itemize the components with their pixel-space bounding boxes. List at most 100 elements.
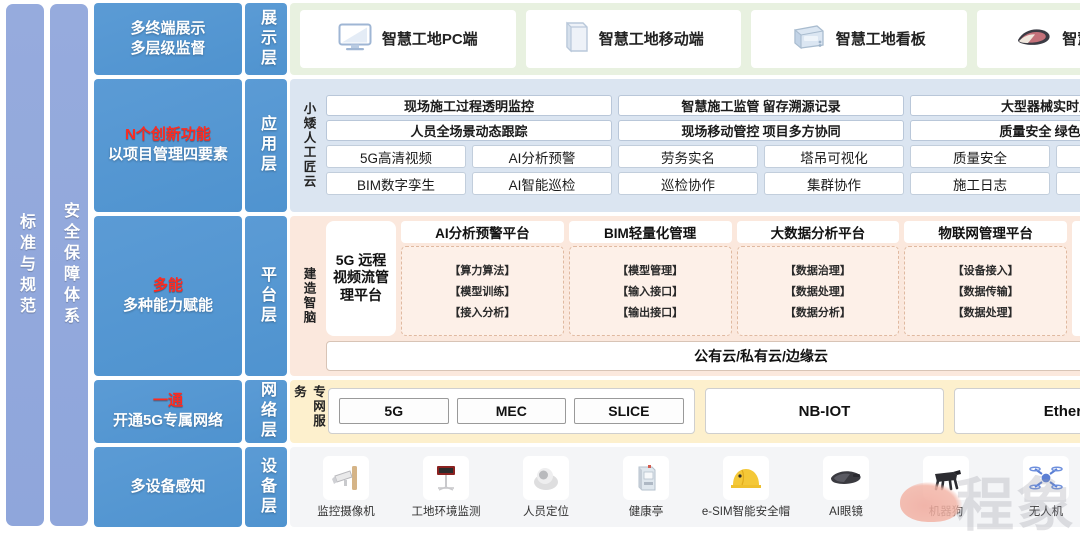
device-label: AI眼镜 (829, 503, 863, 519)
network-item-5g[interactable]: 5G (339, 398, 449, 424)
platform-item: 【接入分析】 (449, 304, 515, 320)
terminal-card-board[interactable]: 智慧工地看板 (751, 10, 967, 68)
application-item[interactable]: 现场移动管控 项目多方协同 (618, 120, 904, 141)
platform-item: 【数据传输】 (953, 283, 1019, 299)
application-feature[interactable]: 质量安全 (910, 145, 1050, 168)
device-label: 工地环境监测 (412, 503, 481, 519)
application-feature[interactable]: 环境监测 (1056, 145, 1080, 168)
application-slogan-highlight: N个创新功能 (125, 125, 211, 145)
application-item[interactable]: 智慧施工监管 留存溯源记录 (618, 95, 904, 116)
platform-column-bigdata: 大数据分析平台 【数据治理】 【数据处理】 【数据分析】 (737, 221, 900, 335)
device-list: 监控摄像机 工地环境监测 (296, 451, 1080, 523)
application-feature[interactable]: 施工日志 (910, 172, 1050, 195)
application-feature-row: BIM数字孪生 AI智能巡检 巡检协作 集群协作 施工日志 …… (326, 172, 1080, 195)
device-item-robot-dog[interactable]: 机器狗 (896, 456, 996, 519)
application-item[interactable]: 人员全场景动态跟踪 (326, 120, 612, 141)
platform-primary-card[interactable]: 5G 远程视频流管理平台 (326, 221, 396, 335)
network-item-nbiot[interactable]: NB-IOT (705, 388, 945, 434)
device-item-ai-glasses[interactable]: AI眼镜 (796, 456, 896, 519)
platform-item: 【算力算法】 (449, 262, 515, 278)
network-items: 5G MEC SLICE NB-IOT Ethernet (326, 385, 1080, 439)
ar-glasses-icon (1016, 25, 1052, 53)
application-item[interactable]: 质量安全 绿色施工 (910, 120, 1080, 141)
application-feature[interactable]: 5G高清视频 (326, 145, 466, 168)
device-item-environment[interactable]: 工地环境监测 (396, 456, 496, 519)
platform-item: 【输入接口】 (617, 283, 683, 299)
terminal-card-glasses[interactable]: 智慧工地眼镜 (977, 10, 1080, 68)
display-slogan: 多终端展示 多层级监督 (94, 3, 242, 75)
platform-panel: 建造智脑 5G 远程视频流管理平台 AI分析预警平台 【算力算法】 【模型训练】… (290, 216, 1080, 375)
application-feature-row: 5G高清视频 AI分析预警 劳务实名 塔吊可视化 质量安全 环境监测 (326, 145, 1080, 168)
platform-column-items: 【算力算法】 【模型训练】 【接入分析】 (401, 246, 564, 335)
application-top-row: 现场施工过程透明监控 人员全场景动态跟踪 智慧施工监管 留存溯源记录 现场移动管… (326, 95, 1080, 141)
application-feature[interactable]: 塔吊可视化 (764, 145, 904, 168)
platform-column-title[interactable]: AI分析预警平台 (401, 221, 564, 243)
network-item-ethernet[interactable]: Ethernet (954, 388, 1080, 434)
application-feature[interactable]: 集群协作 (764, 172, 904, 195)
application-slogan: N个创新功能 以项目管理四要素 (94, 79, 242, 212)
device-item-health-kiosk[interactable]: 健康亭 (596, 456, 696, 519)
platform-item: 【模型管理】 (617, 262, 683, 278)
application-items: 现场施工过程透明监控 人员全场景动态跟踪 智慧施工监管 留存溯源记录 现场移动管… (326, 84, 1080, 207)
network-item-slice[interactable]: SLICE (574, 398, 684, 424)
platform-slogan-line2: 多种能力赋能 (123, 296, 213, 316)
application-feature-grid: 5G高清视频 AI分析预警 劳务实名 塔吊可视化 质量安全 环境监测 BIM数字… (326, 145, 1080, 195)
application-group-label: 小矮人工匠云 (292, 84, 326, 207)
network-slogan-line2: 开通5G专属网络 (113, 411, 223, 431)
terminal-card-pc[interactable]: 智慧工地PC端 (300, 10, 516, 68)
application-top-col: 大型器械实时监控 质量安全 绿色施工 (910, 95, 1080, 141)
application-item[interactable]: 现场施工过程透明监控 (326, 95, 612, 116)
layer-label-application: 应用层 (245, 79, 287, 212)
terminal-card-mobile[interactable]: 智慧工地移动端 (526, 10, 742, 68)
platform-column-items: 【数据治理】 【数据处理】 【数据分析】 (737, 246, 900, 335)
device-item-drone[interactable]: 无人机 (996, 456, 1080, 519)
device-label: 无人机 (1029, 503, 1064, 519)
device-item-locator[interactable]: 人员定位 (496, 456, 596, 519)
application-item[interactable]: 大型器械实时监控 (910, 95, 1080, 116)
layer-label-display: 展示层 (245, 3, 287, 75)
device-item-helmet[interactable]: e-SIM智能安全帽 (696, 456, 796, 519)
device-slogan-line1: 多设备感知 (130, 477, 205, 497)
terminal-label: 智慧工地PC端 (382, 28, 478, 49)
network-item-mec[interactable]: MEC (457, 398, 567, 424)
network-slogan-highlight: 一通 (153, 391, 183, 411)
application-feature[interactable]: …… (1056, 172, 1080, 195)
row-application-layer: N个创新功能 以项目管理四要素 应用层 小矮人工匠云 现场施工过程透明监控 人员… (94, 79, 1080, 212)
application-top-col: 智慧施工监管 留存溯源记录 现场移动管控 项目多方协同 (618, 95, 904, 141)
platform-column-title[interactable]: 大数据分析平台 (737, 221, 900, 243)
device-item-camera[interactable]: 监控摄像机 (296, 456, 396, 519)
cloud-bar[interactable]: 公有云/私有云/边缘云 (326, 341, 1080, 371)
robot-dog-icon (923, 456, 969, 500)
platform-column-bim: BIM轻量化管理 【模型管理】 【输入接口】 【输出接口】 (569, 221, 732, 335)
platform-column-items: 【模型管理】 【输入接口】 【输出接口】 (569, 246, 732, 335)
device-label: 人员定位 (523, 503, 569, 519)
sidebar-standards: 标准与规范 (6, 4, 44, 526)
platform-column-items: 【设备接入】 【数据传输】 【数据处理】 (904, 246, 1067, 335)
row-device-layer: 多设备感知 设备层 监控摄像机 (94, 447, 1080, 527)
row-network-layer: 一通 开通5G专属网络 网络层 专网服务 5G MEC SLICE NB-IOT… (94, 380, 1080, 444)
platform-vertical-network-security[interactable]: 网络安全监管 (1072, 221, 1080, 335)
application-slogan-line2: 以项目管理四要素 (108, 145, 228, 165)
device-slogan: 多设备感知 (94, 447, 242, 527)
terminal-label: 智慧工地移动端 (599, 28, 704, 49)
platform-item: 【数据处理】 (785, 283, 851, 299)
application-feature[interactable]: 劳务实名 (618, 145, 758, 168)
device-panel: 监控摄像机 工地环境监测 (290, 447, 1080, 527)
platform-item: 【输出接口】 (617, 304, 683, 320)
layer-label-network: 网络层 (245, 380, 287, 444)
platform-columns: 5G 远程视频流管理平台 AI分析预警平台 【算力算法】 【模型训练】 【接入分… (326, 221, 1080, 335)
application-feature[interactable]: 巡检协作 (618, 172, 758, 195)
application-feature[interactable]: BIM数字孪生 (326, 172, 466, 195)
platform-column-title[interactable]: BIM轻量化管理 (569, 221, 732, 243)
network-slogan: 一通 开通5G专属网络 (94, 380, 242, 444)
row-display-layer: 多终端展示 多层级监督 展示层 智慧工地PC端 (94, 3, 1080, 75)
application-feature[interactable]: AI智能巡检 (472, 172, 612, 195)
platform-column-title[interactable]: 物联网管理平台 (904, 221, 1067, 243)
cctv-camera-icon (323, 456, 369, 500)
platform-slogan: 多能 多种能力赋能 (94, 216, 242, 375)
layer-grid: 多终端展示 多层级监督 展示层 智慧工地PC端 (94, 0, 1080, 530)
terminal-label: 智慧工地看板 (836, 28, 926, 49)
application-feature[interactable]: AI分析预警 (472, 145, 612, 168)
personnel-locator-icon (523, 456, 569, 500)
layer-label-device: 设备层 (245, 447, 287, 527)
